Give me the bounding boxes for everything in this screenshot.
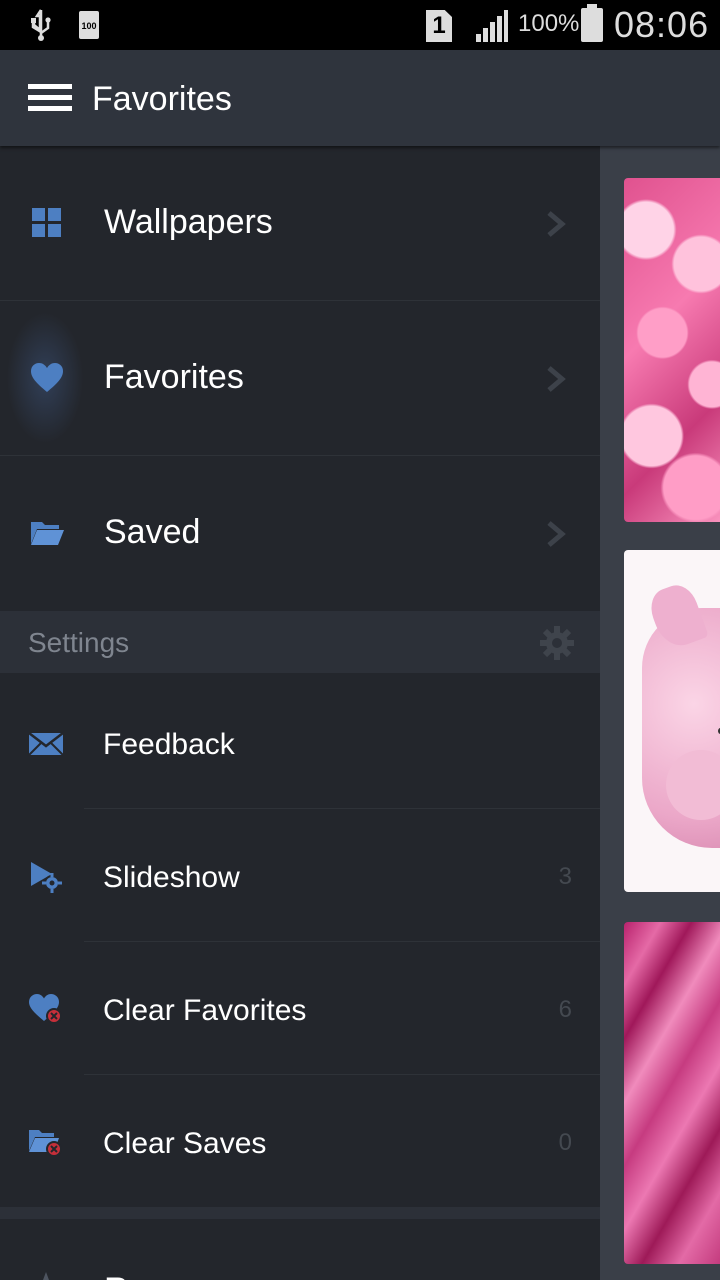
wallpaper-thumbnail-piggy[interactable]: [624, 550, 720, 892]
wallpaper-thumbnail-hearts[interactable]: [624, 178, 720, 522]
settings-item-label: Slideshow: [103, 861, 240, 894]
action-bar: Favorites: [0, 50, 720, 146]
gear-icon[interactable]: [540, 626, 574, 660]
nav-item-wallpapers[interactable]: Wallpapers: [0, 146, 600, 300]
usb-icon: [31, 9, 51, 41]
star-icon: [35, 1272, 57, 1280]
settings-item-feedback[interactable]: Feedback: [0, 678, 600, 811]
settings-item-count: 0: [558, 1129, 572, 1156]
envelope-icon: [28, 732, 64, 756]
battery-saver-icon: 100: [79, 11, 99, 39]
page-title: Favorites: [92, 80, 232, 118]
battery-percent: 100%: [518, 10, 580, 37]
battery-icon: [581, 4, 603, 42]
wallpaper-thumbnail-silk[interactable]: [624, 922, 720, 1264]
settings-item-label: Clear Favorites: [103, 994, 307, 1027]
drawer-item-partial[interactable]: R: [0, 1219, 600, 1280]
sim-slot-indicator: 1: [426, 10, 452, 42]
settings-item-label: Clear Saves: [103, 1127, 267, 1160]
chevron-right-icon: [547, 211, 566, 237]
settings-section-header: Settings: [0, 611, 600, 673]
nav-item-label: Saved: [104, 513, 201, 551]
navigation-drawer: Wallpapers Favorites Saved Settings Feed…: [0, 146, 600, 1280]
divider: [84, 1074, 600, 1075]
hamburger-icon[interactable]: [28, 84, 74, 114]
battery-saver-label: 100: [81, 21, 97, 31]
folder-delete-icon: [29, 1130, 62, 1157]
settings-item-count: 6: [558, 996, 572, 1023]
nav-item-label: Wallpapers: [104, 203, 273, 241]
heart-delete-icon: [29, 994, 62, 1024]
section-label: Settings: [28, 627, 130, 658]
folder-open-icon: [31, 522, 64, 545]
settings-item-count: 3: [558, 863, 572, 890]
divider: [84, 808, 600, 809]
settings-item-clear-saves[interactable]: Clear Saves 0: [0, 1077, 600, 1210]
wallpaper-grid: [600, 146, 720, 1280]
grid-icon: [32, 208, 61, 237]
play-gear-icon: [31, 862, 62, 893]
clock: 08:06: [614, 4, 710, 45]
settings-item-slideshow[interactable]: Slideshow 3: [0, 811, 600, 944]
section-separator: [0, 1207, 600, 1219]
drawer-item-label: R: [104, 1271, 129, 1280]
status-bar: 100 1 100% 08:06: [0, 0, 720, 50]
nav-item-favorites[interactable]: Favorites: [0, 301, 600, 455]
chevron-right-icon: [547, 521, 566, 547]
nav-item-saved[interactable]: Saved: [0, 456, 600, 610]
settings-item-label: Feedback: [103, 728, 235, 761]
chevron-right-icon: [547, 366, 566, 392]
heart-icon: [31, 363, 63, 392]
settings-item-clear-favorites[interactable]: Clear Favorites 6: [0, 944, 600, 1077]
signal-strength-icon: [476, 10, 508, 42]
nav-item-label: Favorites: [104, 358, 244, 396]
divider: [84, 941, 600, 942]
